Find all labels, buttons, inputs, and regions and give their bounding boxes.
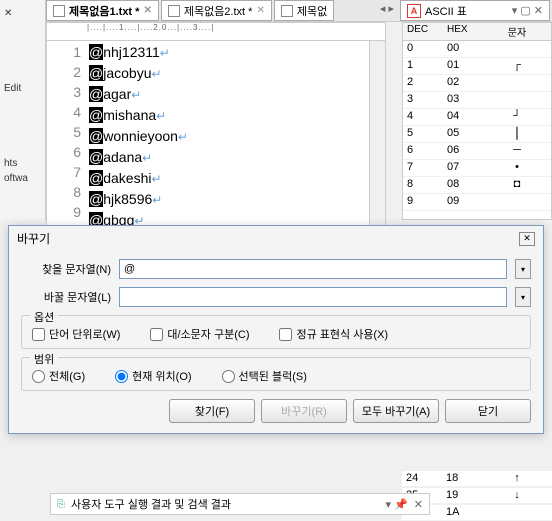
file-icon: ≡ (168, 5, 180, 17)
ascii-row[interactable]: 202 (403, 75, 551, 92)
opt-regex[interactable]: 정규 표현식 사용(X) (279, 326, 388, 342)
find-dropdown[interactable]: ▾ (515, 259, 531, 279)
scrollbar-vertical[interactable] (369, 41, 385, 226)
tool-icon: ⎘ (57, 499, 65, 510)
tab-bar: ≡제목없음1.txt *✕ ≡제목없음2.txt *✕ ≡제목없 ◂ ▸ AAS… (46, 0, 552, 22)
ascii-header: DEC HEX 문자 (403, 23, 551, 41)
replace-dropdown[interactable]: ▾ (515, 287, 531, 307)
find-button[interactable]: 찾기(F) (169, 399, 255, 423)
scope-current[interactable]: 현재 위치(O) (115, 368, 191, 384)
left-close[interactable]: ✕ (0, 6, 45, 21)
left-item-edit[interactable]: Edit (0, 81, 45, 96)
replace-label: 바꿀 문자열(L) (21, 289, 111, 305)
left-item-hts: hts (0, 156, 45, 171)
find-input[interactable] (119, 259, 507, 279)
ascii-panel-tab[interactable]: AASCII 표▾ ▢ ✕ (400, 0, 550, 21)
replace-all-button[interactable]: 모두 바꾸기(A) (353, 399, 439, 423)
close-icon[interactable]: ✕ (143, 5, 151, 16)
tab-overflow[interactable]: ◂ ▸ (374, 0, 400, 21)
text-editor[interactable]: |....|....1....|....2.0...|....3....| 12… (46, 22, 386, 227)
ascii-head-hex[interactable]: HEX (443, 23, 483, 40)
left-panel: ✕ Edit hts oftwa (0, 0, 46, 220)
options-group: 옵션 단어 단위로(W) 대/소문자 구분(C) 정규 표현식 사용(X) (21, 315, 531, 349)
ascii-row[interactable]: 404┘ (403, 109, 551, 126)
user-tool-panel[interactable]: ⎘ 사용자 도구 실행 결과 및 검색 결과 ▾ 📌 ✕ (50, 493, 430, 515)
find-label: 찾을 문자열(N) (21, 261, 111, 277)
scope-selection[interactable]: 선택된 블럭(S) (222, 368, 307, 384)
ascii-row[interactable]: 505⎮ (403, 126, 551, 143)
close-icon[interactable]: ✕ (519, 232, 535, 246)
line-gutter: 123456789 (47, 41, 87, 226)
ascii-table-panel: DEC HEX 문자 000101┌202303404┘505⎮606─707•… (402, 22, 552, 220)
dialog-title: 바꾸기 (17, 230, 50, 247)
scope-title: 범위 (30, 351, 58, 367)
ascii-row[interactable]: 909 (403, 194, 551, 211)
close-button[interactable]: 닫기 (445, 399, 531, 423)
ascii-row[interactable]: 606─ (403, 143, 551, 160)
left-item-oftwa: oftwa (0, 171, 45, 186)
pin-icon[interactable]: ▾ 📌 (386, 498, 408, 511)
replace-dialog: 바꾸기 ✕ 찾을 문자열(N) ▾ 바꿀 문자열(L) ▾ 옵션 단어 단위로(… (8, 225, 544, 434)
ascii-head-char[interactable]: 문자 (483, 23, 551, 40)
ascii-row[interactable]: 000 (403, 41, 551, 58)
options-title: 옵션 (30, 309, 58, 325)
tab-file-2[interactable]: ≡제목없음2.txt *✕ (161, 0, 272, 21)
close-icon[interactable]: ✕ (414, 498, 423, 511)
ascii-row[interactable]: 303 (403, 92, 551, 109)
ascii-row[interactable]: 707• (403, 160, 551, 177)
replace-input[interactable] (119, 287, 507, 307)
code-area[interactable]: @nhj12311↵@jacobyu↵@agar↵@mishana↵@wonni… (87, 41, 369, 226)
dialog-titlebar[interactable]: 바꾸기 ✕ (9, 226, 543, 251)
ascii-row[interactable]: 2418↑ (402, 470, 552, 487)
ascii-head-dec[interactable]: DEC (403, 23, 443, 40)
scope-all[interactable]: 전체(G) (32, 368, 85, 384)
ruler: |....|....1....|....2.0...|....3....| (47, 23, 385, 41)
scope-group: 범위 전체(G) 현재 위치(O) 선택된 블럭(S) (21, 357, 531, 391)
opt-whole-word[interactable]: 단어 단위로(W) (32, 326, 120, 342)
user-tool-label: 사용자 도구 실행 결과 및 검색 결과 (71, 496, 231, 512)
opt-match-case[interactable]: 대/소문자 구분(C) (150, 326, 249, 342)
tab-file-1[interactable]: ≡제목없음1.txt *✕ (46, 0, 159, 21)
ascii-row[interactable]: 808◘ (403, 177, 551, 194)
close-icon[interactable]: ✕ (256, 5, 264, 16)
ascii-row[interactable]: 101┌ (403, 58, 551, 75)
replace-button[interactable]: 바꾸기(R) (261, 399, 347, 423)
tab-file-3[interactable]: ≡제목없 (274, 0, 334, 21)
file-icon: ≡ (281, 5, 293, 17)
file-icon: ≡ (53, 5, 65, 17)
